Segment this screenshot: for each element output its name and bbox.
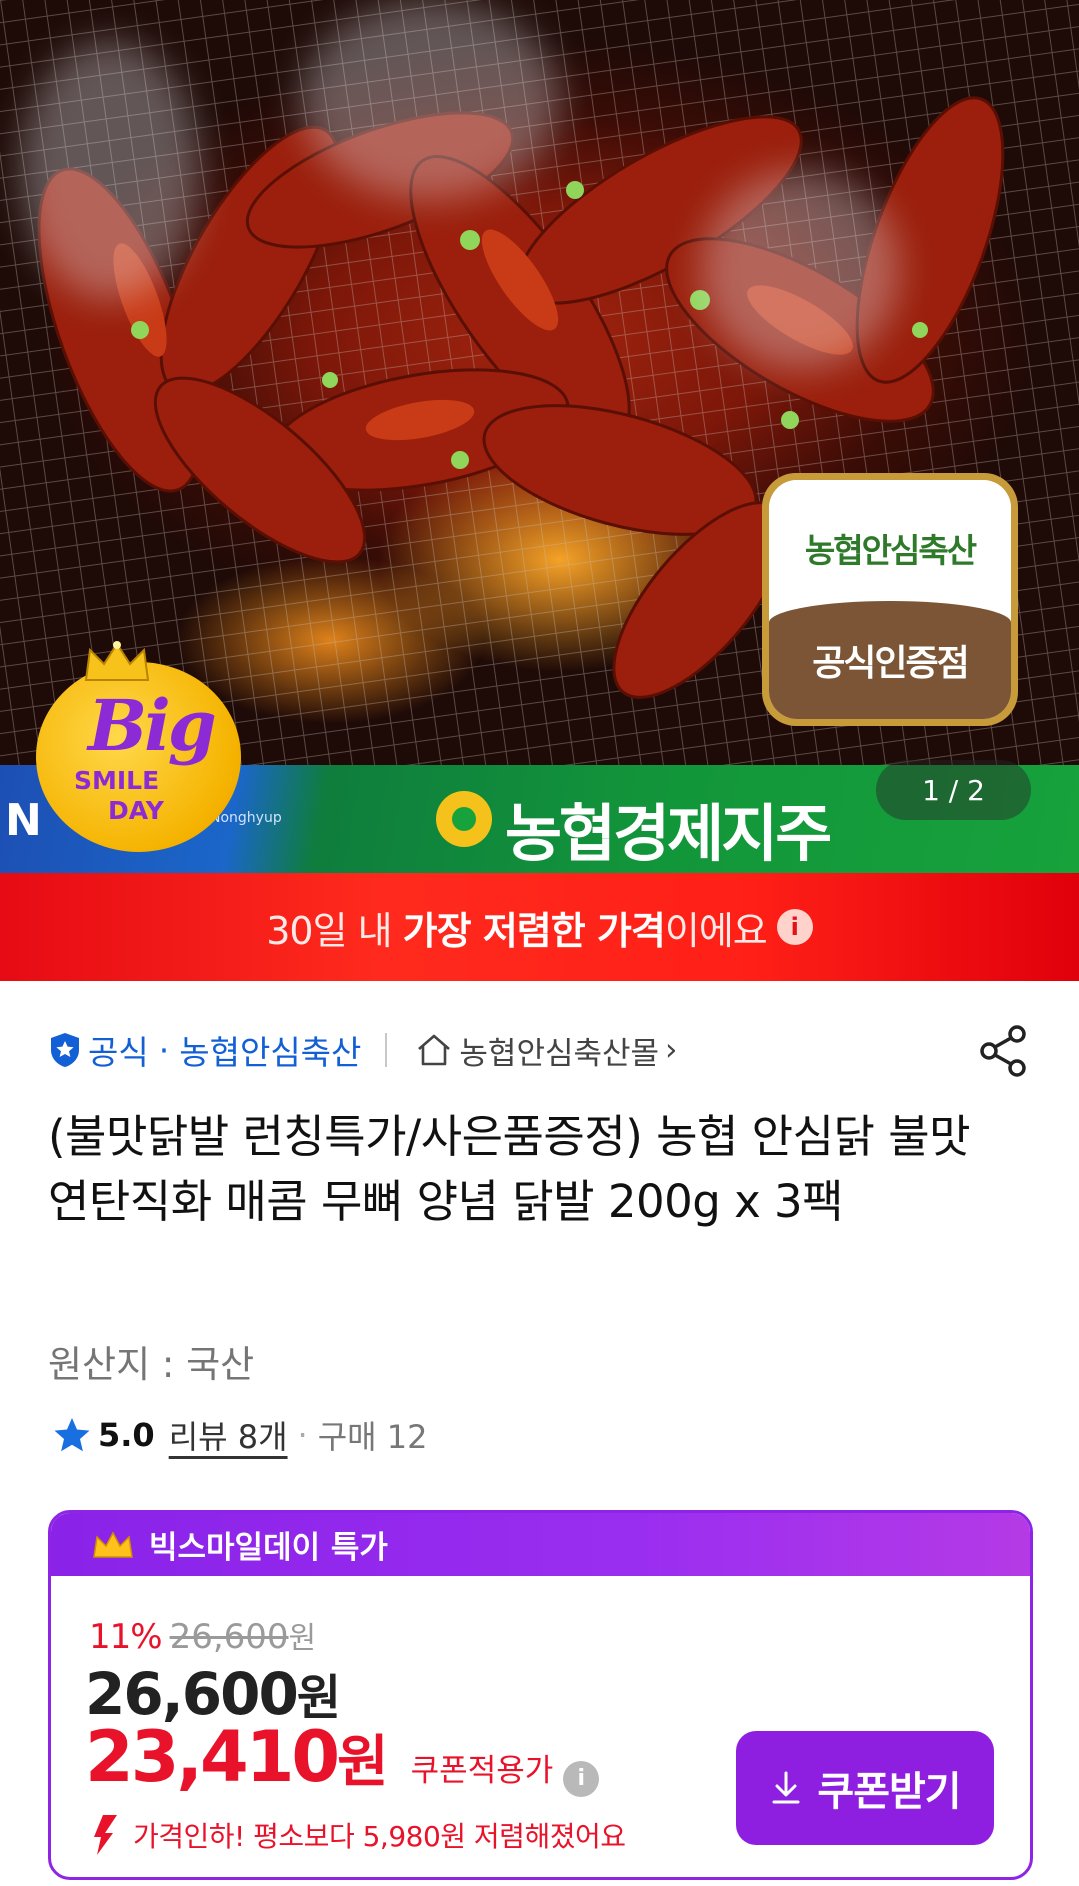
purchase-count: 구매 12 xyxy=(317,1418,428,1456)
cert-bottom-text: 공식인증점 xyxy=(812,643,970,684)
home-icon xyxy=(418,1034,451,1066)
lowest-highlight: 가장 저렴한 가격 xyxy=(402,908,666,953)
seller-row: 공식 · 농협안심축산 농협안심축산몰 › xyxy=(48,1020,1038,1080)
down-arrow-icon xyxy=(94,1815,117,1855)
lowest-price-banner: 30일 내 가장 저렴한 가격이에요 i xyxy=(0,873,1079,981)
get-coupon-button[interactable]: 쿠폰받기 xyxy=(736,1731,994,1845)
price-drop-row: 가격인하! 평소보다 5,980원 저렴해졌어요 xyxy=(91,1813,626,1857)
cert-top-text: 농협안심축산 xyxy=(804,530,977,570)
cert-bottom: 공식인증점 xyxy=(769,601,1011,719)
official-cert-badge: 농협안심축산 공식인증점 xyxy=(762,473,1018,726)
badge-day-text: DAY xyxy=(108,796,164,825)
original-price: 26,600 xyxy=(169,1617,289,1657)
crown-icon xyxy=(93,1530,133,1558)
smoke xyxy=(700,170,900,370)
original-currency: 원 xyxy=(288,1621,317,1656)
product-title: (불맛닭발 런칭특가/사은품증정) 농협 안심닭 불맛 연탄직화 매콤 무뼈 양… xyxy=(48,1110,971,1228)
coupon-price-row: 23,410 원 쿠폰적용가 i xyxy=(85,1716,600,1798)
review-link[interactable]: 리뷰 8개 xyxy=(169,1412,288,1458)
cert-top: 농협안심축산 xyxy=(769,480,1011,615)
coupon-currency: 원 xyxy=(337,1730,389,1795)
nonghyup-logo-icon xyxy=(436,791,492,847)
shield-icon xyxy=(51,1033,79,1067)
star-icon xyxy=(54,1418,90,1452)
badge-big-text: Big xyxy=(88,684,217,767)
get-coupon-label: 쿠폰받기 xyxy=(817,1769,961,1815)
coupon-price-label: 쿠폰적용가 xyxy=(410,1753,554,1789)
image-pager: 1 / 2 xyxy=(876,760,1031,820)
rating-value: 5.0 xyxy=(98,1416,155,1454)
mall-link[interactable]: 농협안심축산몰 xyxy=(459,1028,659,1073)
seller-dot: · xyxy=(158,1030,170,1070)
seller-divider xyxy=(385,1033,388,1067)
origin-label: 원산지 : 국산 xyxy=(48,1343,255,1386)
badge-smile-text: SMILE xyxy=(74,766,160,795)
download-icon xyxy=(772,1771,800,1804)
info-icon[interactable]: i xyxy=(563,1760,600,1797)
rating-row: 5.0 리뷰 8개 · 구매 12 xyxy=(52,1410,428,1460)
smoke xyxy=(300,0,560,200)
official-label: 공식 xyxy=(88,1033,149,1072)
crown-icon xyxy=(84,641,150,681)
lowest-price-text: 30일 내 가장 저렴한 가격이에요 xyxy=(266,900,768,955)
smoke xyxy=(20,40,200,300)
deal-title: 빅스마일데이 특가 xyxy=(149,1530,388,1566)
price-drop-text: 가격인하! 평소보다 5,980원 저렴해졌어요 xyxy=(133,1820,626,1853)
lowest-prefix: 30일 내 xyxy=(266,908,403,953)
brand-name: 농협경제지주 xyxy=(505,797,832,870)
coupon-price: 23,410 xyxy=(85,1716,340,1798)
discount-row: 11% 26,600 원 xyxy=(89,1613,316,1657)
rating-separator: · xyxy=(297,1416,308,1454)
deal-card: 빅스마일데이 특가 11% 26,600 원 26,600 원 23,410 원… xyxy=(48,1510,1033,1880)
cert-inner: 농협안심축산 공식인증점 xyxy=(769,480,1011,719)
info-icon[interactable]: i xyxy=(776,909,813,945)
discount-rate: 11% xyxy=(89,1617,163,1657)
deal-header: 빅스마일데이 특가 xyxy=(51,1513,1030,1576)
big-smile-day-badge: Big SMILE DAY xyxy=(36,640,254,852)
seller-name-link[interactable]: 농협안심축산 xyxy=(179,1026,361,1074)
chevron-right-icon: › xyxy=(665,1032,678,1068)
lowest-suffix: 이에요 xyxy=(664,908,768,953)
share-icon[interactable] xyxy=(975,1022,1033,1080)
